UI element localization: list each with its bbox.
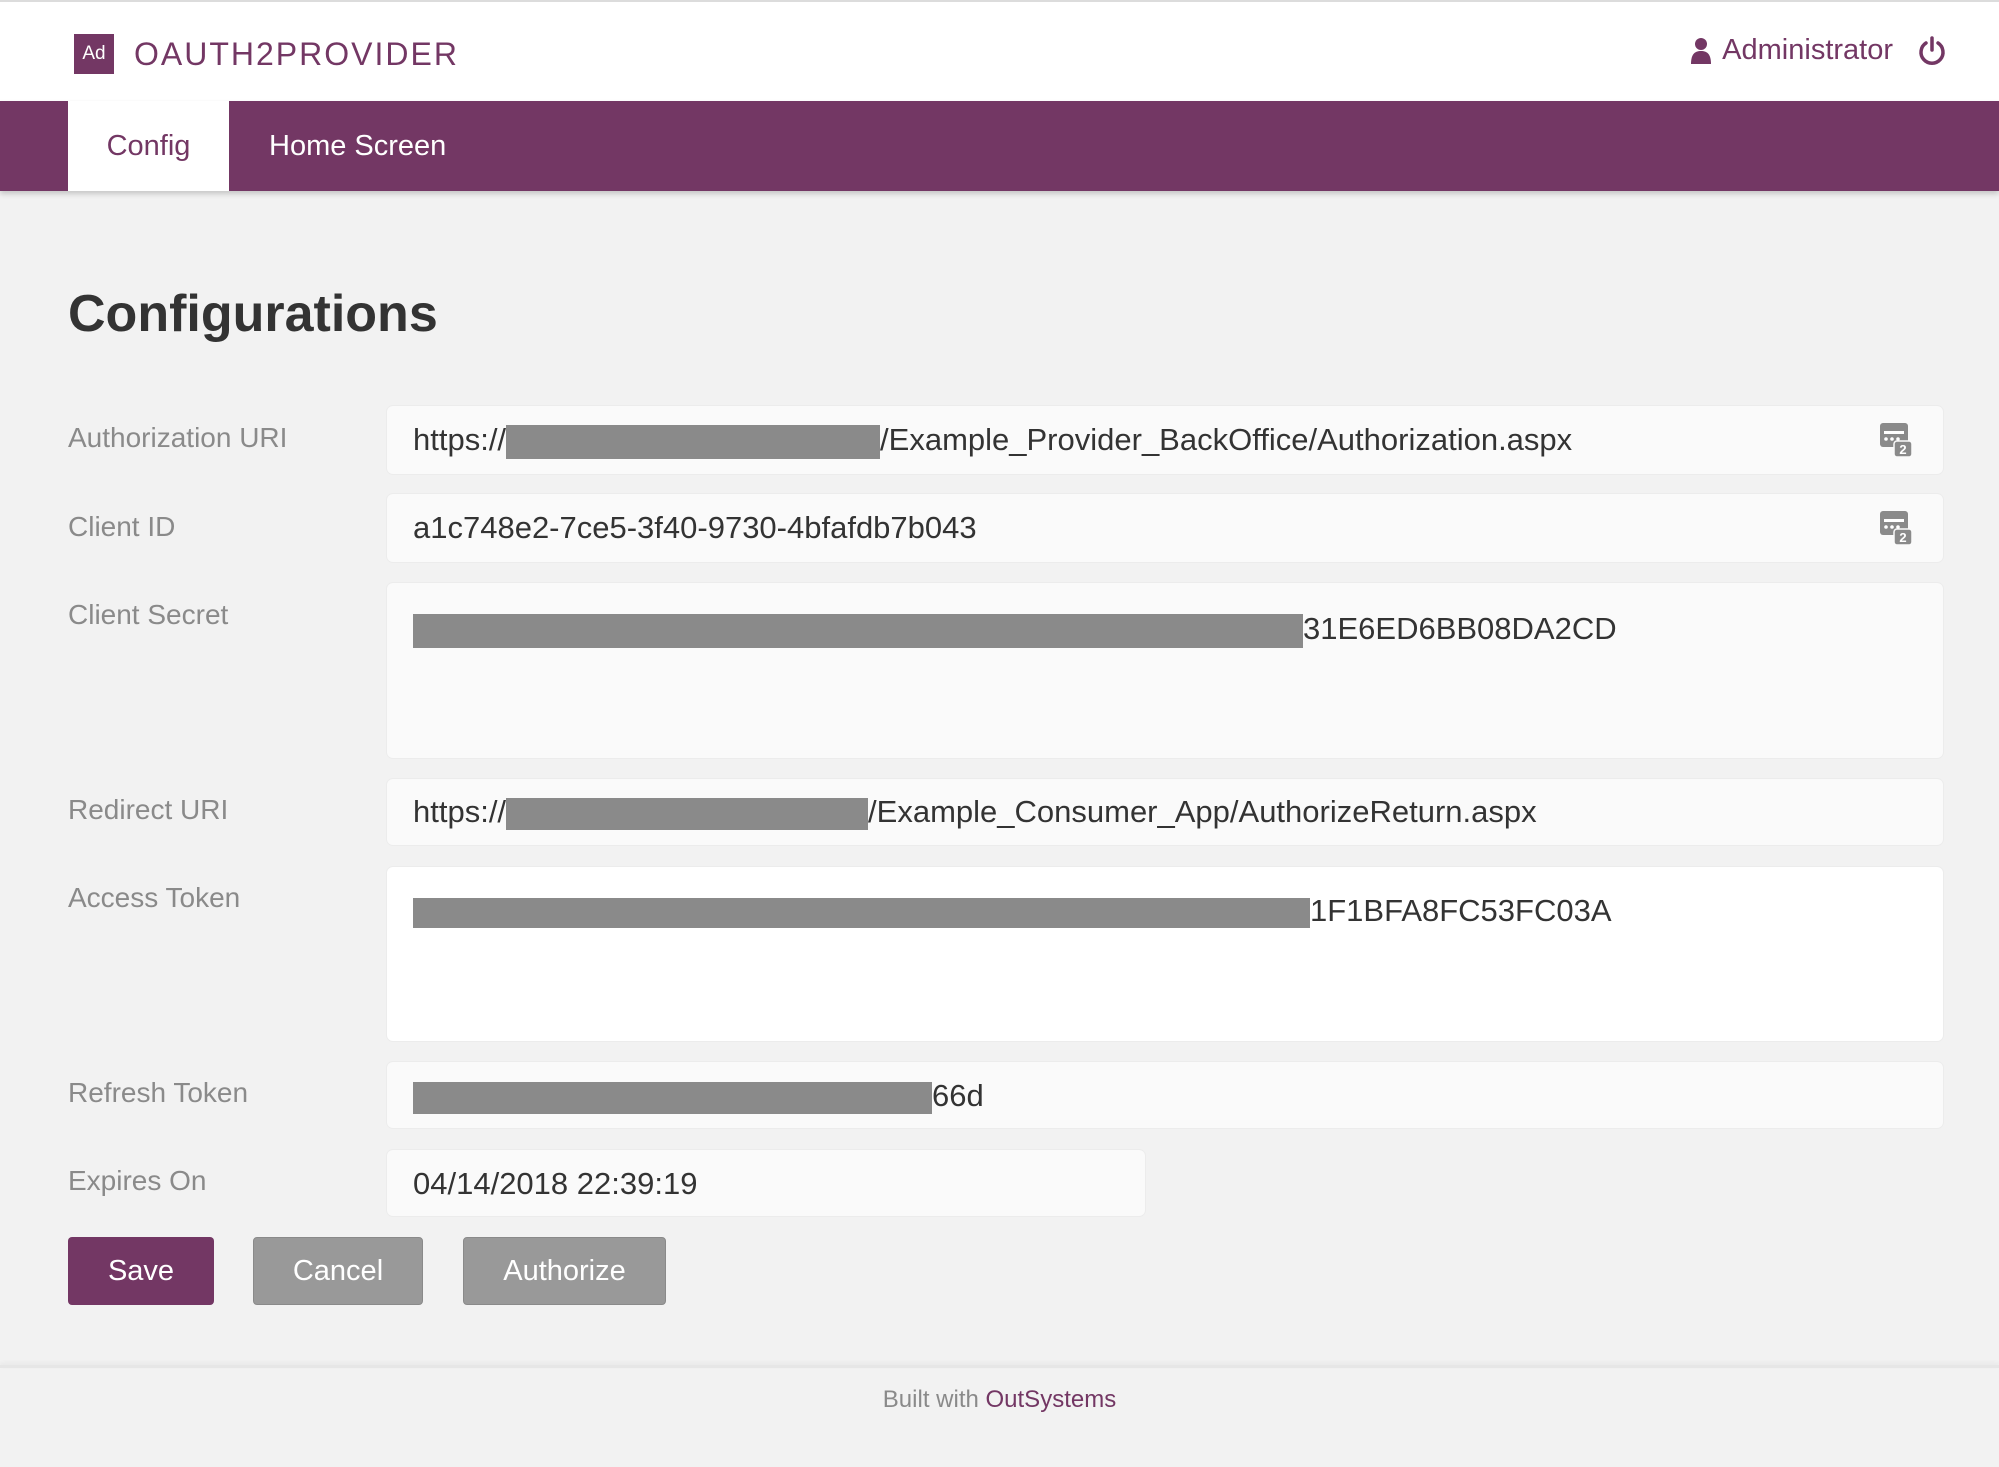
- access-token-field[interactable]: 1F1BFA8FC53FC03A: [387, 867, 1943, 1041]
- tab-config[interactable]: Config: [68, 101, 229, 191]
- app-title[interactable]: OAUTH2PROVIDER: [134, 36, 459, 73]
- copy-icon[interactable]: 2: [1879, 510, 1913, 546]
- client-secret-suffix: 31E6ED6BB08DA2CD: [1303, 611, 1617, 646]
- footer: Built with OutSystems: [0, 1386, 1999, 1414]
- copy-icon[interactable]: 2: [1879, 422, 1913, 458]
- footer-brand-link[interactable]: OutSystems: [986, 1386, 1117, 1413]
- redirect-uri-suffix: /Example_Consumer_App/AuthorizeReturn.as…: [868, 794, 1537, 829]
- svg-text:2: 2: [1899, 530, 1906, 545]
- client-secret-label: Client Secret: [68, 599, 228, 631]
- expires-on-label: Expires On: [68, 1165, 207, 1197]
- authorization-uri-field[interactable]: https:// /Example_Provider_BackOffice/Aut…: [387, 406, 1943, 474]
- redacted-block: [413, 614, 1303, 648]
- power-icon[interactable]: [1917, 36, 1947, 66]
- save-button[interactable]: Save: [68, 1237, 214, 1305]
- redirect-uri-prefix: https://: [413, 794, 506, 829]
- page: Ad OAUTH2PROVIDER Administrator Config H…: [0, 0, 1999, 1467]
- refresh-token-field[interactable]: 66d: [387, 1062, 1943, 1128]
- top-header: Ad OAUTH2PROVIDER Administrator: [0, 0, 1999, 101]
- expires-on-value: 04/14/2018 22:39:19: [413, 1166, 697, 1202]
- authorization-uri-suffix: /Example_Provider_BackOffice/Authorizati…: [880, 422, 1572, 457]
- redirect-uri-field[interactable]: https:// /Example_Consumer_App/AuthorizeR…: [387, 779, 1943, 845]
- footer-divider: [0, 1365, 1999, 1368]
- svg-text:2: 2: [1899, 442, 1906, 457]
- client-id-field[interactable]: a1c748e2-7ce5-3f40-9730-4bfafdb7b043 2: [387, 494, 1943, 562]
- access-token-label: Access Token: [68, 882, 240, 914]
- client-id-label: Client ID: [68, 511, 175, 543]
- footer-prefix: Built with: [883, 1386, 986, 1413]
- access-token-suffix: 1F1BFA8FC53FC03A: [1310, 893, 1612, 928]
- client-id-value: a1c748e2-7ce5-3f40-9730-4bfafdb7b043: [413, 510, 977, 546]
- refresh-token-suffix: 66d: [932, 1078, 984, 1113]
- logo-text: Ad: [82, 43, 105, 65]
- app-logo[interactable]: Ad: [74, 34, 114, 74]
- page-title: Configurations: [68, 284, 438, 344]
- cancel-button[interactable]: Cancel: [253, 1237, 423, 1305]
- redacted-block: [506, 425, 880, 459]
- authorization-uri-label: Authorization URI: [68, 422, 287, 454]
- tab-home-screen[interactable]: Home Screen: [269, 101, 446, 191]
- authorize-button[interactable]: Authorize: [463, 1237, 666, 1305]
- client-secret-field[interactable]: 31E6ED6BB08DA2CD: [387, 583, 1943, 758]
- user-icon: [1690, 37, 1712, 65]
- redacted-block: [413, 898, 1310, 928]
- main-nav: Config Home Screen: [0, 101, 1999, 191]
- redacted-block: [413, 1082, 932, 1114]
- redacted-block: [506, 798, 868, 830]
- expires-on-field[interactable]: 04/14/2018 22:39:19: [387, 1150, 1145, 1216]
- redirect-uri-label: Redirect URI: [68, 794, 228, 826]
- user-menu[interactable]: Administrator: [1690, 34, 1893, 67]
- user-name[interactable]: Administrator: [1722, 34, 1893, 67]
- refresh-token-label: Refresh Token: [68, 1077, 248, 1109]
- authorization-uri-prefix: https://: [413, 422, 506, 457]
